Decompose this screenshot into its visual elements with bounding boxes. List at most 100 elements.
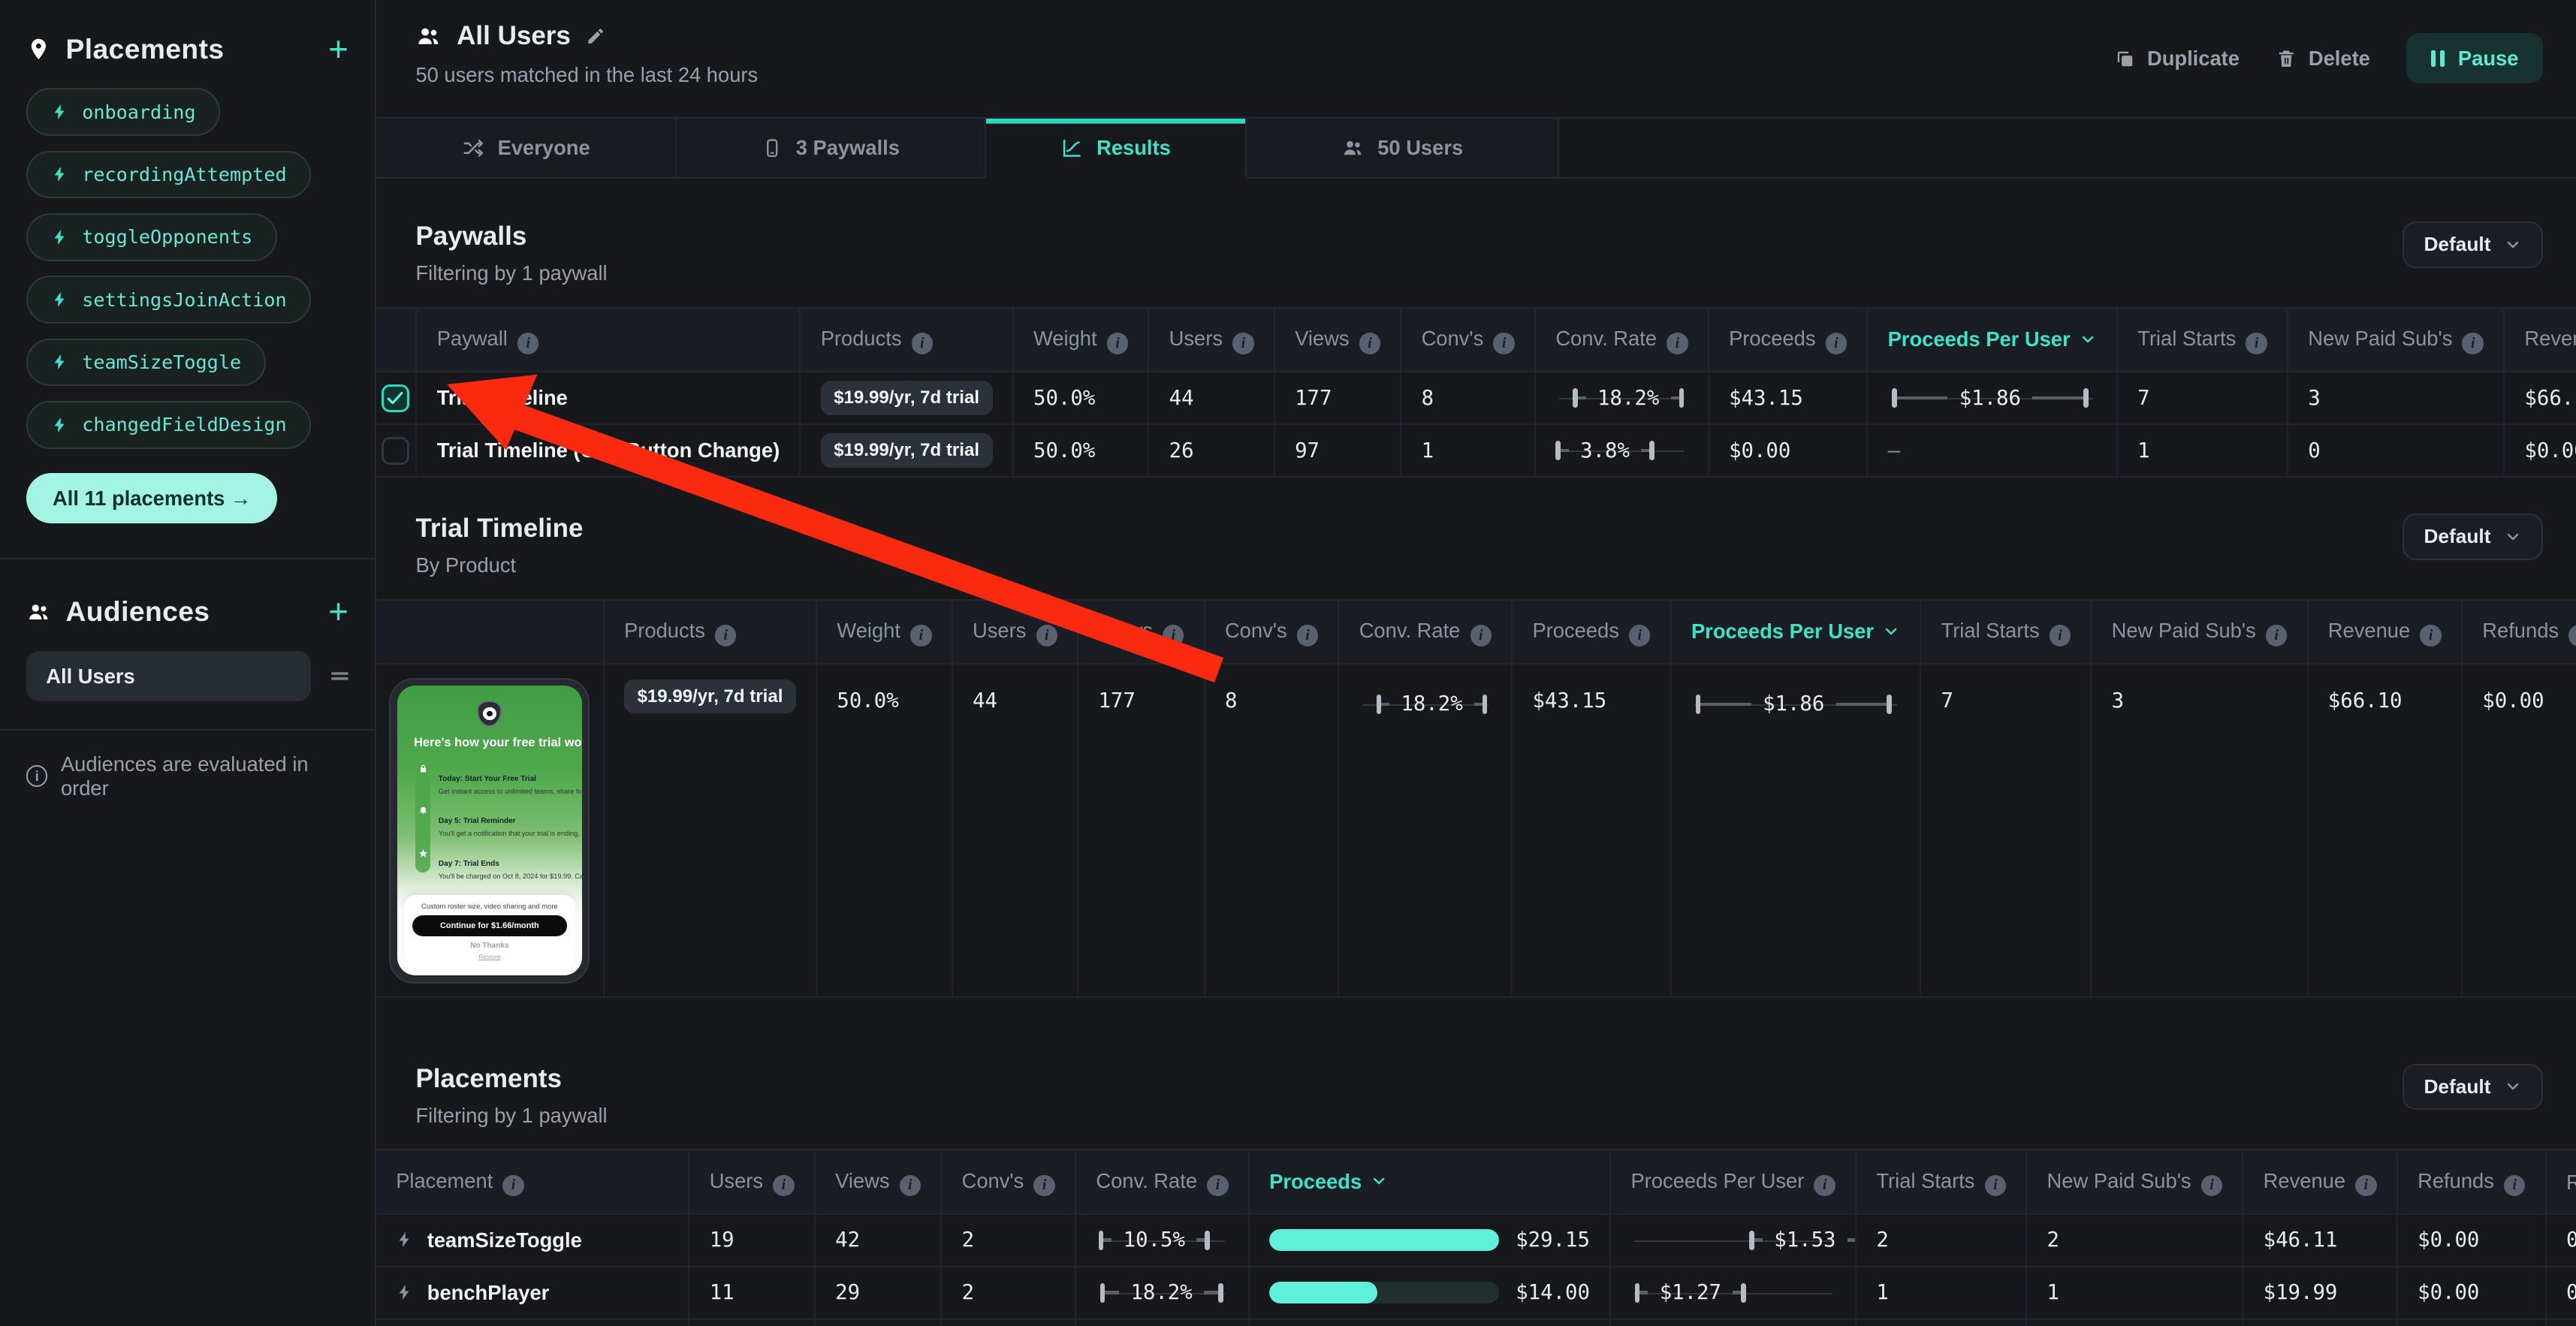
info-icon: i [715,625,736,646]
paywall-heading: Here's how your free trial works [397,735,581,751]
info-icon: i [2504,1175,2525,1196]
sidebar-item-onboarding[interactable]: onboarding [26,88,220,136]
col-paywall[interactable]: Paywalli [416,308,800,372]
sidebar-item-teamSizeToggle[interactable]: teamSizeToggle [26,339,266,387]
audiences-note-text: Audiences are evaluated in order [61,752,348,800]
col-weight[interactable]: Weighti [816,600,952,664]
col-convs[interactable]: Conv'si [1401,308,1535,372]
sort-chevron-icon [1370,1171,1388,1195]
col-new-paid-subs[interactable]: New Paid Sub'si [2026,1150,2243,1213]
col-users[interactable]: Usersi [689,1150,814,1213]
col-views[interactable]: Viewsi [1274,308,1401,372]
matched-users-subtitle: 50 users matched in the last 24 hours [415,63,758,87]
col-refunds[interactable]: Refundsi [2397,1150,2546,1213]
tab-users[interactable]: 50 Users [1247,119,1559,179]
duplicate-button[interactable]: Duplicate [2114,47,2240,71]
add-audience-button[interactable]: + [328,598,348,625]
col-products[interactable]: Productsi [604,600,816,664]
col-placement[interactable]: Placementi [376,1150,689,1213]
audiences-section-header: Audiences + [0,563,375,651]
info-icon: i [2420,625,2441,646]
col-revenue[interactable]: Revenuei [2504,308,2576,372]
results-content: Paywalls Filtering by 1 paywall Default … [376,179,2576,1326]
add-placement-button[interactable]: + [328,36,348,62]
dropdown-value: Default [2424,525,2490,548]
col-conv-rate[interactable]: Conv. Ratei [1075,1150,1249,1213]
col-conv-rate[interactable]: Conv. Ratei [1535,308,1709,372]
star-icon [417,847,428,881]
info-icon: i [2246,333,2267,354]
placement-name[interactable]: teamSizeToggle [427,1228,582,1252]
col-refund-rate-clipped[interactable]: Refund Rate [2546,1150,2576,1213]
col-proceeds-per-user[interactable]: Proceeds Per Useri [1610,1150,1856,1213]
paywalls-header-row: Paywalli Productsi Weighti Usersi Viewsi… [376,308,2576,372]
col-users[interactable]: Usersi [952,600,1078,664]
proceeds-per-user-range: $1.53 [1630,1216,1835,1265]
placement-label: toggleOpponents [82,226,252,248]
sidebar-item-toggleOpponents[interactable]: toggleOpponents [26,213,277,261]
col-revenue[interactable]: Revenuei [2308,600,2462,664]
col-new-paid-subs[interactable]: New Paid Sub'si [2091,600,2307,664]
paywalls-default-dropdown[interactable]: Default [2403,222,2543,267]
col-proceeds[interactable]: Proceedsi [1512,600,1671,664]
placement-name[interactable]: benchPlayer [427,1281,550,1304]
cell-proceeds: $0.00 [1709,424,1868,477]
col-products[interactable]: Productsi [800,308,1012,372]
audience-item-all-users[interactable]: All Users [26,651,311,701]
info-icon: i [2568,625,2576,646]
paywall-name[interactable]: Trial Timeline [437,386,568,409]
col-trial-starts[interactable]: Trial Startsi [1920,600,2091,664]
delete-button[interactable]: Delete [2276,47,2370,71]
col-proceeds-per-user-sorted[interactable]: Proceeds Per User [1671,600,1921,664]
col-revenue[interactable]: Revenuei [2243,1150,2397,1213]
paywall-name[interactable]: Trial Timeline (CTA Button Change) [437,438,780,462]
col-new-paid-subs[interactable]: New Paid Sub'si [2288,308,2504,372]
col-weight[interactable]: Weighti [1013,308,1149,372]
col-proceeds-per-user-sorted[interactable]: Proceeds Per User [1867,308,2117,372]
trash-icon [2276,48,2297,69]
bolt-icon [51,416,69,434]
paywall-decline-button: No Thanks [412,942,567,950]
paywall-footer-note: Custom roster size, video sharing and mo… [412,902,567,910]
pause-button[interactable]: Pause [2406,33,2543,83]
col-proceeds-sorted[interactable]: Proceeds [1249,1150,1610,1213]
sidebar-item-recordingAttempted[interactable]: recordingAttempted [26,151,311,199]
sort-chevron-icon [1882,622,1900,646]
tab-results[interactable]: Results [986,119,1247,179]
col-refunds[interactable]: Refundsi [2462,600,2576,664]
copy-icon [2114,48,2135,69]
sidebar: Placements + onboarding recordingAttempt… [0,0,376,1326]
cell-revenue: $46.11 [2243,1214,2397,1267]
paywall-preview-thumbnail[interactable]: Here's how your free trial works Today: … [389,678,590,984]
col-trial-starts[interactable]: Trial Startsi [2117,308,2288,372]
col-trial-starts[interactable]: Trial Startsi [1856,1150,2026,1213]
cell-refund-rate-clipped: 0.0% [2546,1214,2576,1267]
placements-default-dropdown[interactable]: Default [2403,1064,2543,1110]
trial-timeline-table: Productsi Weighti Usersi Viewsi Conv'si … [376,599,2576,998]
cell-revenue: $0.00 [2243,1319,2397,1326]
paywall-cta-button: Continue for $1.66/month [412,915,567,936]
cell-refund-rate-clipped: 0.0% [2546,1267,2576,1319]
edit-pencil-icon[interactable] [586,26,605,46]
drag-handle-icon[interactable] [327,664,352,689]
placement-row-changedFieldDesign: changedFieldDesign 9 18 0 – $0.00 – 0 0 … [376,1319,2576,1326]
paywall-screen: Here's how your free trial works Today: … [397,686,581,975]
tab-paywalls[interactable]: 3 Paywalls [677,119,985,179]
col-views[interactable]: Viewsi [1078,600,1204,664]
tab-everyone[interactable]: Everyone [376,119,677,179]
row-checkbox[interactable] [382,384,409,412]
row-checkbox[interactable] [382,437,409,465]
sidebar-item-settingsJoinAction[interactable]: settingsJoinAction [26,276,311,324]
all-placements-button[interactable]: All 11 placements → [26,473,277,523]
bolt-icon [51,103,69,121]
col-proceeds[interactable]: Proceedsi [1709,308,1868,372]
col-views[interactable]: Viewsi [815,1150,941,1213]
sidebar-item-changedFieldDesign[interactable]: changedFieldDesign [26,401,311,449]
col-users[interactable]: Usersi [1148,308,1274,372]
col-convs[interactable]: Conv'si [1205,600,1339,664]
trial-timeline-default-dropdown[interactable]: Default [2403,514,2543,559]
col-convs[interactable]: Conv'si [941,1150,1075,1213]
paywall-row-cta-button-change: Trial Timeline (CTA Button Change) $19.9… [376,424,2576,477]
users-icon [26,600,51,625]
col-conv-rate[interactable]: Conv. Ratei [1338,600,1512,664]
